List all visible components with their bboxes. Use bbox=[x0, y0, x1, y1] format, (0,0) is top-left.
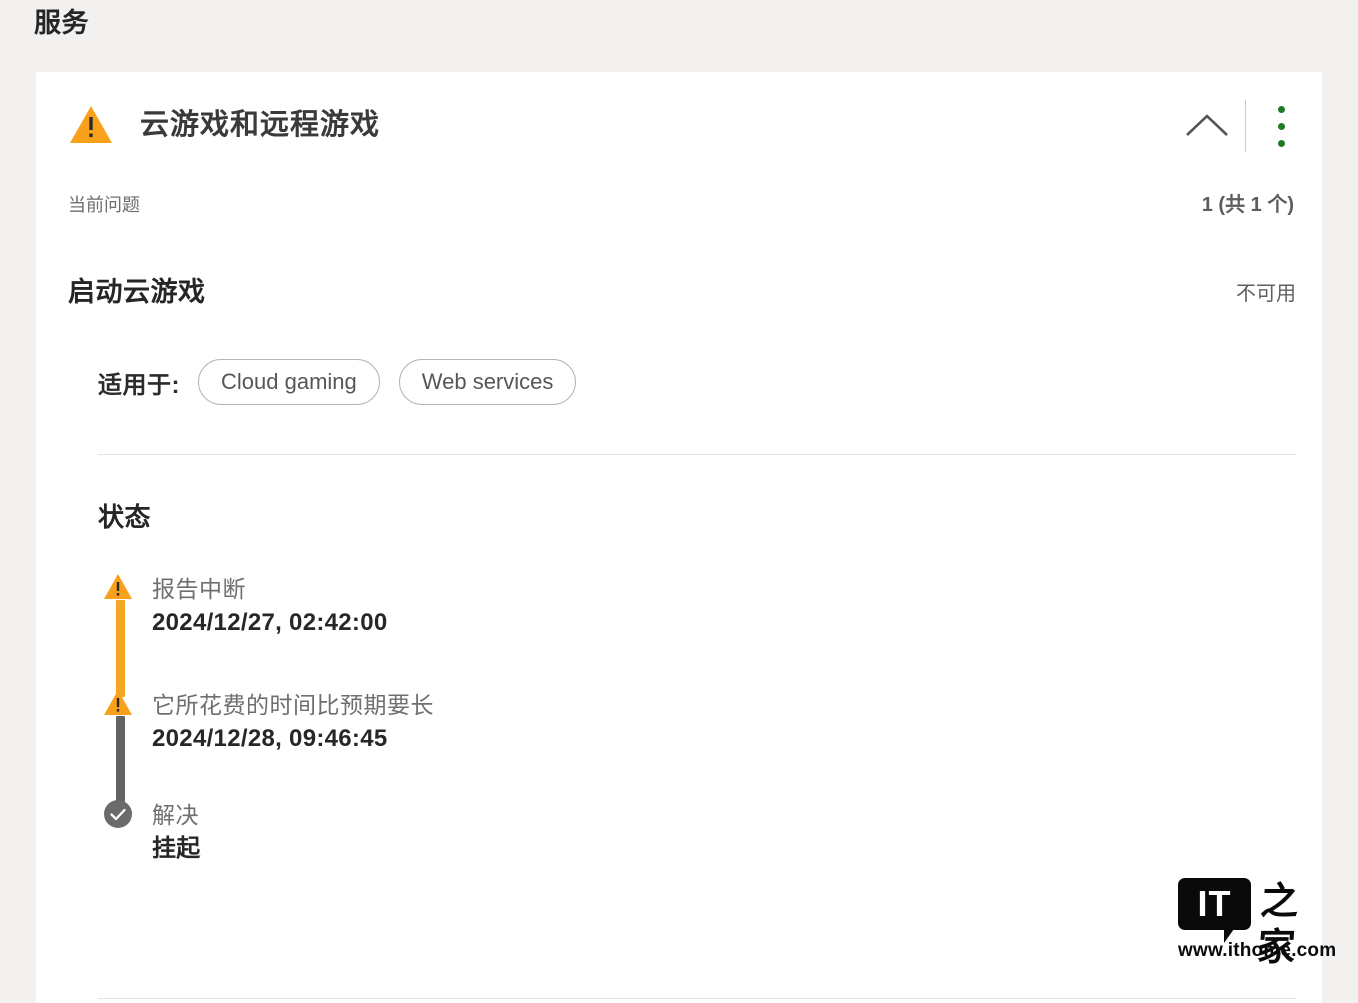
timeline-value: 2024/12/28, 09:46:45 bbox=[152, 721, 1322, 757]
issue-title: 启动云游戏 bbox=[68, 273, 206, 311]
bottom-divider bbox=[98, 998, 1296, 999]
timeline-item: 报告中断 2024/12/27, 02:42:00 bbox=[98, 573, 1322, 641]
status-heading: 状态 bbox=[98, 499, 1322, 535]
timeline-label: 解决 bbox=[152, 799, 1322, 831]
action-divider bbox=[1245, 100, 1246, 152]
timeline-marker bbox=[98, 573, 138, 600]
timeline-gap bbox=[98, 641, 1322, 689]
applies-to-chip-cloud-gaming[interactable]: Cloud gaming bbox=[198, 359, 380, 405]
current-issues-row: 当前问题 1 (共 1 个) bbox=[36, 191, 1322, 239]
current-issues-label: 当前问题 bbox=[68, 191, 140, 219]
service-card: 云游戏和远程游戏 当前问题 1 (共 1 个) 启动云游戏 不可用 适用于: C… bbox=[36, 72, 1322, 1003]
timeline-item: 解决 挂起 bbox=[98, 799, 1322, 867]
applies-to-chip-web-services[interactable]: Web services bbox=[399, 359, 577, 405]
card-title: 云游戏和远程游戏 bbox=[140, 105, 380, 145]
timeline-marker bbox=[98, 689, 138, 716]
more-options-button[interactable] bbox=[1254, 96, 1308, 156]
current-issues-count: 1 (共 1 个) bbox=[1202, 191, 1294, 219]
card-header-actions bbox=[1177, 96, 1308, 156]
timeline-label: 报告中断 bbox=[152, 573, 1322, 605]
applies-to-row: 适用于: Cloud gaming Web services bbox=[98, 357, 1322, 407]
timeline-value: 挂起 bbox=[152, 831, 1322, 867]
warning-triangle-icon bbox=[69, 104, 113, 144]
page-title: 服务 bbox=[34, 4, 89, 42]
status-section: 状态 报告中断 2024/12/27, 02:42:00 bbox=[98, 499, 1322, 867]
timeline-item: 它所花费的时间比预期要长 2024/12/28, 09:46:45 bbox=[98, 689, 1322, 757]
timeline-gap bbox=[98, 757, 1322, 799]
collapse-button[interactable] bbox=[1177, 96, 1237, 156]
applies-to-label: 适用于: bbox=[98, 365, 180, 400]
kebab-menu-icon bbox=[1278, 123, 1285, 130]
card-header: 云游戏和远程游戏 bbox=[36, 72, 1322, 185]
chevron-up-icon bbox=[1182, 109, 1232, 143]
kebab-menu-icon bbox=[1278, 140, 1285, 147]
warning-triangle-icon bbox=[103, 689, 133, 716]
issue-status-badge: 不可用 bbox=[1236, 279, 1296, 309]
kebab-menu-icon bbox=[1278, 106, 1285, 113]
timeline-rail bbox=[116, 600, 125, 697]
warning-triangle-icon bbox=[103, 573, 133, 600]
check-circle-icon bbox=[103, 799, 133, 829]
status-timeline: 报告中断 2024/12/27, 02:42:00 它所花费的时间比预期要长 2… bbox=[98, 573, 1322, 867]
section-divider bbox=[98, 454, 1296, 455]
timeline-marker bbox=[98, 799, 138, 829]
timeline-value: 2024/12/27, 02:42:00 bbox=[152, 605, 1322, 641]
timeline-label: 它所花费的时间比预期要长 bbox=[152, 689, 1322, 721]
timeline-rail bbox=[116, 716, 125, 809]
issue-header-row: 启动云游戏 不可用 bbox=[36, 273, 1322, 343]
